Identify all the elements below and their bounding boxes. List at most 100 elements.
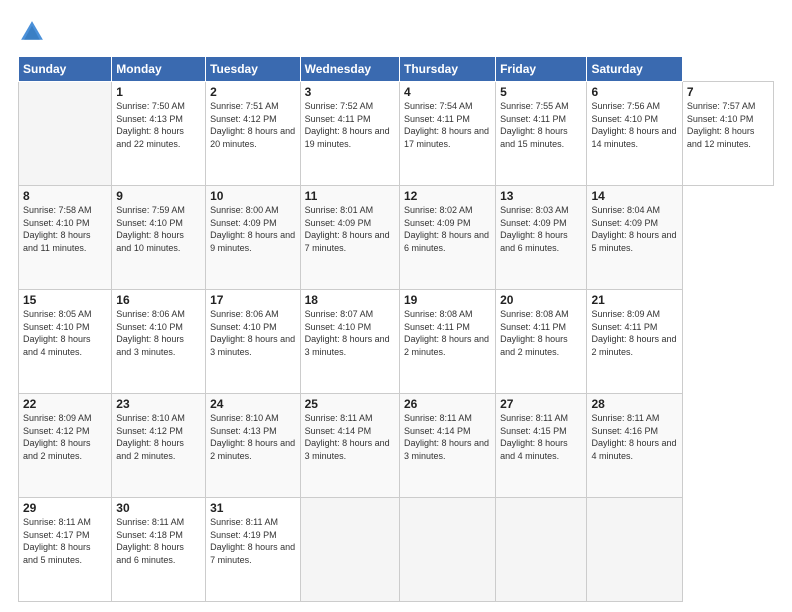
day-number: 12 (404, 189, 491, 203)
day-number: 21 (591, 293, 677, 307)
calendar-cell: 26 Sunrise: 8:11 AMSunset: 4:14 PMDaylig… (399, 394, 495, 498)
calendar-cell: 14 Sunrise: 8:04 AMSunset: 4:09 PMDaylig… (587, 186, 682, 290)
day-info: Sunrise: 8:03 AMSunset: 4:09 PMDaylight:… (500, 204, 582, 254)
day-number: 8 (23, 189, 107, 203)
day-number: 25 (305, 397, 395, 411)
day-number: 3 (305, 85, 395, 99)
calendar-cell (496, 498, 587, 602)
day-info: Sunrise: 8:09 AMSunset: 4:12 PMDaylight:… (23, 412, 107, 462)
day-info: Sunrise: 8:10 AMSunset: 4:12 PMDaylight:… (116, 412, 201, 462)
day-number: 17 (210, 293, 295, 307)
day-info: Sunrise: 8:11 AMSunset: 4:14 PMDaylight:… (305, 412, 395, 462)
day-info: Sunrise: 8:05 AMSunset: 4:10 PMDaylight:… (23, 308, 107, 358)
day-info: Sunrise: 7:56 AMSunset: 4:10 PMDaylight:… (591, 100, 677, 150)
day-number: 20 (500, 293, 582, 307)
calendar-cell: 21 Sunrise: 8:09 AMSunset: 4:11 PMDaylig… (587, 290, 682, 394)
day-number: 27 (500, 397, 582, 411)
day-info: Sunrise: 8:06 AMSunset: 4:10 PMDaylight:… (210, 308, 295, 358)
day-info: Sunrise: 8:01 AMSunset: 4:09 PMDaylight:… (305, 204, 395, 254)
calendar-cell: 25 Sunrise: 8:11 AMSunset: 4:14 PMDaylig… (300, 394, 399, 498)
day-info: Sunrise: 8:07 AMSunset: 4:10 PMDaylight:… (305, 308, 395, 358)
day-info: Sunrise: 8:10 AMSunset: 4:13 PMDaylight:… (210, 412, 295, 462)
day-info: Sunrise: 7:58 AMSunset: 4:10 PMDaylight:… (23, 204, 107, 254)
day-info: Sunrise: 7:54 AMSunset: 4:11 PMDaylight:… (404, 100, 491, 150)
col-header-thursday: Thursday (399, 57, 495, 82)
day-number: 24 (210, 397, 295, 411)
day-number: 2 (210, 85, 295, 99)
calendar-cell: 6 Sunrise: 7:56 AMSunset: 4:10 PMDayligh… (587, 82, 682, 186)
day-number: 18 (305, 293, 395, 307)
calendar-cell: 9 Sunrise: 7:59 AMSunset: 4:10 PMDayligh… (112, 186, 206, 290)
day-info: Sunrise: 8:11 AMSunset: 4:17 PMDaylight:… (23, 516, 107, 566)
day-number: 13 (500, 189, 582, 203)
calendar-header-row: SundayMondayTuesdayWednesdayThursdayFrid… (19, 57, 774, 82)
col-header-saturday: Saturday (587, 57, 682, 82)
col-header-friday: Friday (496, 57, 587, 82)
day-info: Sunrise: 7:50 AMSunset: 4:13 PMDaylight:… (116, 100, 201, 150)
calendar-cell: 24 Sunrise: 8:10 AMSunset: 4:13 PMDaylig… (206, 394, 300, 498)
calendar-table: SundayMondayTuesdayWednesdayThursdayFrid… (18, 56, 774, 602)
day-number: 6 (591, 85, 677, 99)
calendar-cell: 20 Sunrise: 8:08 AMSunset: 4:11 PMDaylig… (496, 290, 587, 394)
calendar-cell: 1 Sunrise: 7:50 AMSunset: 4:13 PMDayligh… (112, 82, 206, 186)
day-info: Sunrise: 7:55 AMSunset: 4:11 PMDaylight:… (500, 100, 582, 150)
day-info: Sunrise: 8:08 AMSunset: 4:11 PMDaylight:… (404, 308, 491, 358)
calendar-cell (399, 498, 495, 602)
calendar-cell: 10 Sunrise: 8:00 AMSunset: 4:09 PMDaylig… (206, 186, 300, 290)
day-number: 9 (116, 189, 201, 203)
calendar-week-4: 22 Sunrise: 8:09 AMSunset: 4:12 PMDaylig… (19, 394, 774, 498)
calendar-cell: 4 Sunrise: 7:54 AMSunset: 4:11 PMDayligh… (399, 82, 495, 186)
header (18, 18, 774, 46)
calendar-week-3: 15 Sunrise: 8:05 AMSunset: 4:10 PMDaylig… (19, 290, 774, 394)
day-info: Sunrise: 8:04 AMSunset: 4:09 PMDaylight:… (591, 204, 677, 254)
day-info: Sunrise: 8:08 AMSunset: 4:11 PMDaylight:… (500, 308, 582, 358)
calendar-week-5: 29 Sunrise: 8:11 AMSunset: 4:17 PMDaylig… (19, 498, 774, 602)
day-info: Sunrise: 8:11 AMSunset: 4:18 PMDaylight:… (116, 516, 201, 566)
calendar-cell (587, 498, 682, 602)
calendar-cell: 15 Sunrise: 8:05 AMSunset: 4:10 PMDaylig… (19, 290, 112, 394)
calendar-week-1: 1 Sunrise: 7:50 AMSunset: 4:13 PMDayligh… (19, 82, 774, 186)
day-info: Sunrise: 7:52 AMSunset: 4:11 PMDaylight:… (305, 100, 395, 150)
day-number: 29 (23, 501, 107, 515)
day-number: 14 (591, 189, 677, 203)
calendar-cell: 31 Sunrise: 8:11 AMSunset: 4:19 PMDaylig… (206, 498, 300, 602)
calendar-cell: 19 Sunrise: 8:08 AMSunset: 4:11 PMDaylig… (399, 290, 495, 394)
calendar-cell: 11 Sunrise: 8:01 AMSunset: 4:09 PMDaylig… (300, 186, 399, 290)
day-info: Sunrise: 7:57 AMSunset: 4:10 PMDaylight:… (687, 100, 769, 150)
day-info: Sunrise: 8:09 AMSunset: 4:11 PMDaylight:… (591, 308, 677, 358)
calendar-cell: 23 Sunrise: 8:10 AMSunset: 4:12 PMDaylig… (112, 394, 206, 498)
calendar-cell: 8 Sunrise: 7:58 AMSunset: 4:10 PMDayligh… (19, 186, 112, 290)
day-info: Sunrise: 7:59 AMSunset: 4:10 PMDaylight:… (116, 204, 201, 254)
col-header-tuesday: Tuesday (206, 57, 300, 82)
calendar-cell: 5 Sunrise: 7:55 AMSunset: 4:11 PMDayligh… (496, 82, 587, 186)
calendar-cell: 13 Sunrise: 8:03 AMSunset: 4:09 PMDaylig… (496, 186, 587, 290)
calendar-cell: 7 Sunrise: 7:57 AMSunset: 4:10 PMDayligh… (682, 82, 773, 186)
day-info: Sunrise: 8:00 AMSunset: 4:09 PMDaylight:… (210, 204, 295, 254)
calendar-cell (300, 498, 399, 602)
day-number: 7 (687, 85, 769, 99)
calendar-cell: 3 Sunrise: 7:52 AMSunset: 4:11 PMDayligh… (300, 82, 399, 186)
day-number: 10 (210, 189, 295, 203)
logo-icon (18, 18, 46, 46)
calendar-cell: 28 Sunrise: 8:11 AMSunset: 4:16 PMDaylig… (587, 394, 682, 498)
col-header-wednesday: Wednesday (300, 57, 399, 82)
day-number: 16 (116, 293, 201, 307)
col-header-monday: Monday (112, 57, 206, 82)
day-number: 23 (116, 397, 201, 411)
day-number: 31 (210, 501, 295, 515)
day-info: Sunrise: 8:02 AMSunset: 4:09 PMDaylight:… (404, 204, 491, 254)
calendar-cell: 18 Sunrise: 8:07 AMSunset: 4:10 PMDaylig… (300, 290, 399, 394)
day-info: Sunrise: 8:11 AMSunset: 4:15 PMDaylight:… (500, 412, 582, 462)
day-number: 26 (404, 397, 491, 411)
calendar-week-2: 8 Sunrise: 7:58 AMSunset: 4:10 PMDayligh… (19, 186, 774, 290)
day-info: Sunrise: 8:11 AMSunset: 4:16 PMDaylight:… (591, 412, 677, 462)
calendar-cell: 29 Sunrise: 8:11 AMSunset: 4:17 PMDaylig… (19, 498, 112, 602)
day-info: Sunrise: 7:51 AMSunset: 4:12 PMDaylight:… (210, 100, 295, 150)
calendar-cell: 2 Sunrise: 7:51 AMSunset: 4:12 PMDayligh… (206, 82, 300, 186)
calendar-cell: 30 Sunrise: 8:11 AMSunset: 4:18 PMDaylig… (112, 498, 206, 602)
day-number: 15 (23, 293, 107, 307)
calendar-cell: 22 Sunrise: 8:09 AMSunset: 4:12 PMDaylig… (19, 394, 112, 498)
logo (18, 18, 50, 46)
calendar-cell: 17 Sunrise: 8:06 AMSunset: 4:10 PMDaylig… (206, 290, 300, 394)
day-number: 30 (116, 501, 201, 515)
